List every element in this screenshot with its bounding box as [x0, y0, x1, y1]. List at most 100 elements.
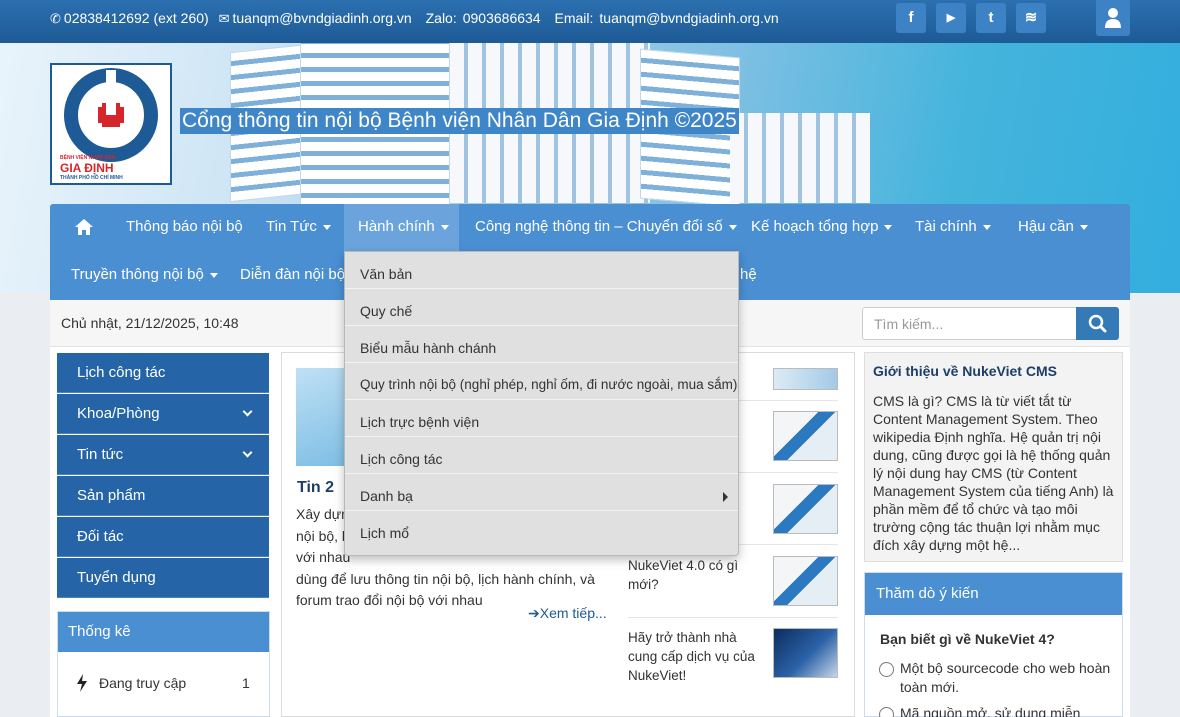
- nav-hau-can[interactable]: Hậu cần: [1004, 204, 1102, 252]
- desc-line: dùng để lưu thông tin nội bộ, lịch hành …: [296, 570, 595, 587]
- user-icon: [1105, 8, 1121, 28]
- news-thumbnail[interactable]: [773, 484, 838, 534]
- arrow-right-icon: ➔: [528, 605, 540, 621]
- hanh-chinh-dropdown: Văn bản Quy chế Biểu mẫu hành chánh Quy …: [344, 251, 739, 556]
- zalo-number: 0903686634: [462, 10, 541, 26]
- site-title: Cổng thông tin nội bộ Bệnh viện Nhân Dân…: [180, 108, 739, 134]
- zalo-label: Zalo:: [425, 10, 457, 26]
- sidebar-item-label: Khoa/Phòng: [77, 405, 160, 422]
- stats-online-value: 1: [242, 675, 250, 691]
- nav-label: Truyền thông nội bộ: [71, 266, 204, 283]
- hospital-logo[interactable]: BỆNH VIỆN NHÂN DÂN GIA ĐỊNH THÀNH PHỐ HỒ…: [50, 63, 172, 185]
- poll-option[interactable]: Một bộ sourcecode cho web hoàn toàn mới.: [879, 659, 1119, 697]
- dropdown-item-bieu-mau[interactable]: Biểu mẫu hành chánh: [345, 326, 738, 363]
- dropdown-item-lich-cong-tac[interactable]: Lịch công tác: [345, 437, 738, 474]
- header-email[interactable]: tuanqm@bvndgiadinh.org.vn: [233, 10, 412, 26]
- sidebar-item-lich-cong-tac[interactable]: Lịch công tác: [57, 353, 269, 393]
- twitter-icon[interactable]: t: [976, 3, 1006, 33]
- nav-label: Hậu cần: [1018, 218, 1074, 235]
- nav-label: Tài chính: [915, 218, 977, 235]
- sidebar-item-tuyen-dung[interactable]: Tuyển dụng: [57, 558, 269, 598]
- poll-option-label: Một bộ sourcecode cho web hoàn toàn mới.: [900, 660, 1111, 695]
- nav-label: hệ: [740, 266, 757, 283]
- poll-title: Thăm dò ý kiến: [865, 573, 1122, 615]
- nav-home[interactable]: [60, 204, 108, 252]
- news-thumbnail[interactable]: [773, 368, 838, 390]
- logo-text-bottom: THÀNH PHỐ HỒ CHÍ MINH: [60, 175, 123, 181]
- nav-thong-bao[interactable]: Thông báo nội bộ: [112, 204, 257, 252]
- stats-panel: Thống kê Đang truy cập 1: [57, 611, 270, 717]
- search-button[interactable]: [1076, 307, 1119, 340]
- news-thumbnail[interactable]: [773, 628, 838, 678]
- nav-cntt[interactable]: Công nghệ thông tin – Chuyển đổi số: [461, 204, 751, 252]
- youtube-icon[interactable]: ▶: [936, 3, 966, 33]
- nav-label: Công nghệ thông tin – Chuyển đổi số: [475, 218, 723, 235]
- caret-down-icon: [884, 224, 893, 230]
- chevron-down-icon: [242, 406, 253, 417]
- dropdown-item-lich-mo[interactable]: Lịch mổ: [345, 511, 738, 548]
- sidebar-item-label: Sản phẩm: [77, 487, 146, 504]
- lightning-icon: [77, 674, 87, 692]
- chevron-down-icon: [242, 447, 253, 458]
- dropdown-item-quy-che[interactable]: Quy chế: [345, 289, 738, 326]
- caret-down-icon: [728, 224, 737, 230]
- dropdown-item-danh-ba[interactable]: Danh bạ: [345, 474, 738, 511]
- phone-icon: ✆: [50, 11, 61, 26]
- caret-down-icon: [209, 272, 218, 278]
- nav-tai-chinh[interactable]: Tài chính: [901, 204, 1005, 252]
- radio-button[interactable]: [879, 662, 894, 677]
- current-date: Chủ nhật, 21/12/2025, 10:48: [61, 315, 239, 331]
- poll-option[interactable]: Mã nguồn mở, sử dụng miễn: [879, 704, 1119, 717]
- news-item-title[interactable]: NukeViet 4.0 có gì mới?: [628, 556, 766, 594]
- news-item-title[interactable]: Hãy trở thành nhà cung cấp dịch vụ của N…: [628, 628, 766, 685]
- user-account-button[interactable]: [1096, 0, 1130, 36]
- search-input[interactable]: [862, 307, 1078, 340]
- sidebar-item-tin-tuc[interactable]: Tin tức: [57, 435, 269, 475]
- sidebar-item-label: Tuyển dụng: [77, 569, 156, 586]
- logo-text-main: GIA ĐỊNH: [60, 161, 114, 175]
- nav-label: Hành chính: [358, 218, 435, 235]
- poll-option-label: Mã nguồn mở, sử dụng miễn: [900, 705, 1081, 717]
- read-more-label: Xem tiếp...: [539, 605, 607, 621]
- email-address[interactable]: tuanqm@bvndgiadinh.org.vn: [599, 10, 778, 26]
- dropdown-item-quy-trinh[interactable]: Quy trình nội bộ (nghỉ phép, nghỉ ốm, đi…: [345, 363, 738, 400]
- nav-label: Diễn đàn nội bộ: [240, 266, 346, 283]
- intro-title[interactable]: Giới thiệu về NukeViet CMS: [873, 363, 1057, 379]
- nav-hanh-chinh[interactable]: Hành chính: [344, 204, 459, 252]
- nav-label: Tin Tức: [266, 218, 317, 235]
- dropdown-item-lich-truc[interactable]: Lịch trực bệnh viện: [345, 400, 738, 437]
- sidebar-item-doi-tac[interactable]: Đối tác: [57, 517, 269, 557]
- news-thumbnail[interactable]: [773, 556, 838, 606]
- caret-down-icon: [322, 224, 331, 230]
- news-divider: [628, 617, 838, 618]
- dropdown-item-label: Danh bạ: [360, 488, 413, 504]
- rss-icon[interactable]: ≋: [1016, 3, 1046, 33]
- caret-down-icon: [440, 224, 449, 230]
- envelope-icon: ✉: [218, 11, 230, 26]
- home-icon: [75, 219, 93, 236]
- stats-title: Thống kê: [58, 612, 269, 652]
- stats-online-label: Đang truy cập: [99, 675, 187, 691]
- radio-button[interactable]: [879, 707, 894, 717]
- nav-truyen-thong[interactable]: Truyền thông nội bộ: [57, 252, 232, 300]
- intro-text: CMS là gì? CMS là từ viết tắt từ Content…: [873, 393, 1114, 553]
- nav-label: Thông báo nội bộ: [126, 218, 243, 235]
- contact-info: ✆ 02838412692 (ext 260) ✉ tuanqm@bvndgiadi…: [50, 10, 785, 27]
- poll-question: Bạn biết gì về NukeViet 4?: [880, 631, 1055, 647]
- caret-down-icon: [1079, 224, 1088, 230]
- featured-headline[interactable]: Tin 2: [297, 479, 334, 497]
- banner-building: [730, 113, 870, 203]
- dropdown-item-van-ban[interactable]: Văn bản: [345, 252, 738, 289]
- news-thumbnail[interactable]: [773, 411, 838, 461]
- nav-dien-dan[interactable]: Diễn đàn nội bộ: [226, 252, 359, 300]
- caret-right-icon: [723, 492, 728, 502]
- nav-label: Kế hoạch tổng hợp: [751, 218, 879, 235]
- read-more-link[interactable]: ➔Xem tiếp...: [528, 605, 607, 622]
- phone-number: 02838412692 (ext 260): [63, 10, 209, 26]
- caret-down-icon: [982, 224, 991, 230]
- facebook-icon[interactable]: f: [896, 3, 926, 33]
- sidebar-item-khoa-phong[interactable]: Khoa/Phòng: [57, 394, 269, 434]
- nav-ke-hoach[interactable]: Kế hoạch tổng hợp: [737, 204, 906, 252]
- nav-tin-tuc[interactable]: Tin Tức: [252, 204, 345, 252]
- sidebar-item-san-pham[interactable]: Sản phẩm: [57, 476, 269, 516]
